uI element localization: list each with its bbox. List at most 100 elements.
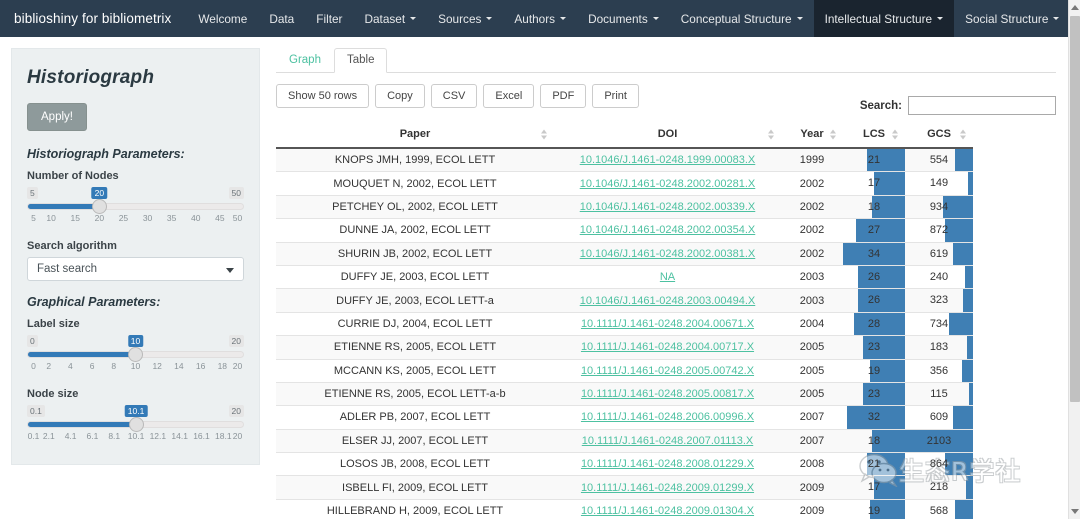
- paper-title: LOSOS JB, 2008, ECOL LETT: [340, 458, 490, 471]
- nav-item-label: Documents: [588, 11, 648, 26]
- cell-year: 2004: [781, 312, 843, 337]
- doi-link[interactable]: 10.1111/J.1461-0248.2007.01113.X: [582, 435, 753, 447]
- cell-paper: MCCANN KS, 2005, ECOL LETT: [276, 359, 554, 383]
- table-row[interactable]: CURRIE DJ, 2004, ECOL LETT 10.1111/J.1461…: [276, 312, 973, 337]
- doi-link[interactable]: 10.1111/J.1461-0248.2004.00717.X: [581, 341, 754, 353]
- scroll-up-icon[interactable]: [1071, 5, 1079, 10]
- slider-min-cap: 0: [27, 335, 38, 347]
- table-row[interactable]: ETIENNE RS, 2005, ECOL LETT-a-b 10.1111/J…: [276, 382, 973, 407]
- dt-button-copy[interactable]: Copy: [375, 84, 425, 108]
- search-algorithm-label: Search algorithm: [27, 240, 117, 252]
- tab-table[interactable]: Table: [333, 48, 388, 73]
- table-row[interactable]: MOUQUET N, 2002, ECOL LETT 10.1046/J.1461…: [276, 171, 973, 196]
- doi-link[interactable]: 10.1111/J.1461-0248.2009.01299.X: [581, 482, 754, 494]
- slider-min-cap: 0.1: [27, 405, 45, 417]
- table-row[interactable]: PETCHEY OL, 2002, ECOL LETT 10.1046/J.146…: [276, 195, 973, 220]
- table-row[interactable]: SHURIN JB, 2002, ECOL LETT 10.1046/J.1461…: [276, 242, 973, 266]
- dt-button-show-50-rows[interactable]: Show 50 rows: [276, 84, 370, 108]
- graphical-parameters-heading: Graphical Parameters:: [27, 295, 161, 309]
- table-row[interactable]: DUFFY JE, 2003, ECOL LETT NA 2003 26 240: [276, 265, 973, 290]
- nav-item-intellectual-structure[interactable]: Intellectual Structure: [813, 0, 955, 37]
- cell-year: 1999: [781, 148, 843, 173]
- nav-item-documents[interactable]: Documents: [577, 0, 670, 37]
- cell-paper: ISBELL FI, 2009, ECOL LETT: [276, 475, 554, 500]
- app-brand[interactable]: biblioshiny for bibliometrix: [0, 0, 187, 37]
- gcs-bar-cell: 568: [905, 499, 973, 519]
- doi-link[interactable]: 10.1111/J.1461-0248.2008.01229.X: [581, 458, 754, 470]
- slider-track[interactable]: [27, 417, 244, 432]
- slider-track[interactable]: [27, 347, 244, 362]
- cell-paper: DUNNE JA, 2002, ECOL LETT: [276, 218, 554, 243]
- search-input[interactable]: [908, 96, 1056, 115]
- slider-tick-label: 6.1: [86, 431, 99, 441]
- table-row[interactable]: KNOPS JMH, 1999, ECOL LETT 10.1046/J.1461…: [276, 148, 973, 173]
- table-row[interactable]: DUNNE JA, 2002, ECOL LETT 10.1046/J.1461-…: [276, 218, 973, 243]
- gcs-value: 183: [929, 341, 949, 354]
- column-header-lcs[interactable]: LCS: [843, 122, 905, 149]
- column-header-year[interactable]: Year: [781, 122, 843, 149]
- nav-item-data[interactable]: Data: [258, 0, 305, 37]
- sort-toggle-icon[interactable]: [829, 129, 837, 140]
- chevron-down-icon: [226, 268, 234, 273]
- dt-button-csv[interactable]: CSV: [430, 84, 478, 108]
- tab-graph[interactable]: Graph: [276, 48, 334, 73]
- nav-item-authors[interactable]: Authors: [503, 0, 577, 37]
- doi-link[interactable]: 10.1111/J.1461-0248.2004.00671.X: [581, 318, 754, 330]
- nav-item-welcome[interactable]: Welcome: [187, 0, 258, 37]
- scrollbar-thumb[interactable]: [1070, 16, 1080, 402]
- table-row[interactable]: ELSER JJ, 2007, ECOL LETT 10.1111/J.1461-…: [276, 429, 973, 454]
- cell-paper: KNOPS JMH, 1999, ECOL LETT: [276, 148, 554, 173]
- search-algorithm-select[interactable]: Fast search: [27, 257, 244, 281]
- cell-year: 2008: [781, 452, 843, 477]
- slider-tick-label: 10: [130, 361, 141, 371]
- sort-toggle-icon[interactable]: [959, 129, 967, 140]
- column-header-doi[interactable]: DOI: [554, 122, 781, 149]
- lcs-bar-cell: 19: [843, 499, 905, 519]
- column-header-paper[interactable]: Paper: [276, 122, 554, 149]
- nav-item-social-structure[interactable]: Social Structure: [954, 0, 1070, 37]
- cell-paper: ELSER JJ, 2007, ECOL LETT: [276, 429, 554, 454]
- doi-link[interactable]: 10.1046/J.1461-0248.2002.00281.X: [580, 178, 756, 190]
- sort-toggle-icon[interactable]: [767, 129, 775, 140]
- doi-link[interactable]: 10.1111/J.1461-0248.2005.00817.X: [581, 388, 754, 400]
- sort-toggle-icon[interactable]: [891, 129, 899, 140]
- nav-item-sources[interactable]: Sources: [427, 0, 503, 37]
- doi-link[interactable]: 10.1046/J.1461-0248.2002.00381.X: [580, 248, 756, 260]
- apply-button[interactable]: Apply!: [27, 103, 87, 131]
- slider-track[interactable]: [27, 199, 244, 214]
- sort-toggle-icon[interactable]: [540, 129, 548, 140]
- search-label: Search:: [859, 99, 902, 112]
- doi-link[interactable]: 10.1046/J.1461-0248.2002.00354.X: [580, 224, 756, 236]
- dt-button-pdf[interactable]: PDF: [540, 84, 587, 108]
- doi-link[interactable]: 10.1046/J.1461-0248.2003.00494.X: [580, 295, 756, 307]
- dt-button-excel[interactable]: Excel: [483, 84, 535, 108]
- label-size-slider[interactable]: Label size 0 10 20 0 2 4 6 8 10 12 14 16 18 20: [27, 318, 244, 374]
- doi-link[interactable]: 10.1111/J.1461-0248.2009.01304.X: [581, 505, 754, 517]
- page-scrollbar[interactable]: [1068, 0, 1080, 519]
- doi-link[interactable]: 10.1111/J.1461-0248.2005.00742.X: [581, 365, 754, 377]
- scroll-down-icon[interactable]: [1071, 509, 1079, 514]
- table-row[interactable]: ISBELL FI, 2009, ECOL LETT 10.1111/J.1461…: [276, 475, 973, 500]
- slider-ticks: 0 2 4 6 8 10 12 14 16 18 20: [27, 360, 244, 374]
- search-algorithm-value: Fast search: [37, 263, 98, 275]
- dt-button-print[interactable]: Print: [592, 84, 639, 108]
- nav-item-dataset[interactable]: Dataset: [353, 0, 427, 37]
- nav-item-conceptual-structure[interactable]: Conceptual Structure: [670, 0, 814, 37]
- nav-item-filter[interactable]: Filter: [305, 0, 353, 37]
- doi-link[interactable]: 10.1046/J.1461-0248.1999.00083.X: [580, 154, 756, 166]
- doi-link[interactable]: 10.1046/J.1461-0248.2002.00339.X: [580, 201, 756, 213]
- doi-link[interactable]: NA: [660, 271, 675, 283]
- cell-gcs: 619: [905, 242, 973, 266]
- node-size-slider[interactable]: Node size 0.1 10.1 20 0.1 2.1 4.1 6.1 8.1 10.…: [27, 388, 244, 444]
- cell-lcs: 27: [843, 218, 905, 243]
- number-of-nodes-slider[interactable]: Number of Nodes 5 20 50 5 10 15 20 25 30 35 40 4…: [27, 170, 244, 226]
- table-row[interactable]: LOSOS JB, 2008, ECOL LETT 10.1111/J.1461-…: [276, 452, 973, 477]
- table-row[interactable]: DUFFY JE, 2003, ECOL LETT-a 10.1046/J.146…: [276, 288, 973, 313]
- column-header-gcs[interactable]: GCS: [905, 122, 973, 149]
- table-row[interactable]: ETIENNE RS, 2005, ECOL LETT 10.1111/J.146…: [276, 335, 973, 360]
- table-row[interactable]: ADLER PB, 2007, ECOL LETT 10.1111/J.1461-…: [276, 405, 973, 430]
- cell-lcs: 19: [843, 499, 905, 519]
- table-row[interactable]: HILLEBRAND H, 2009, ECOL LETT 10.1111/J.1…: [276, 499, 973, 519]
- table-row[interactable]: MCCANN KS, 2005, ECOL LETT 10.1111/J.1461…: [276, 359, 973, 383]
- doi-link[interactable]: 10.1111/J.1461-0248.2006.00996.X: [581, 411, 754, 423]
